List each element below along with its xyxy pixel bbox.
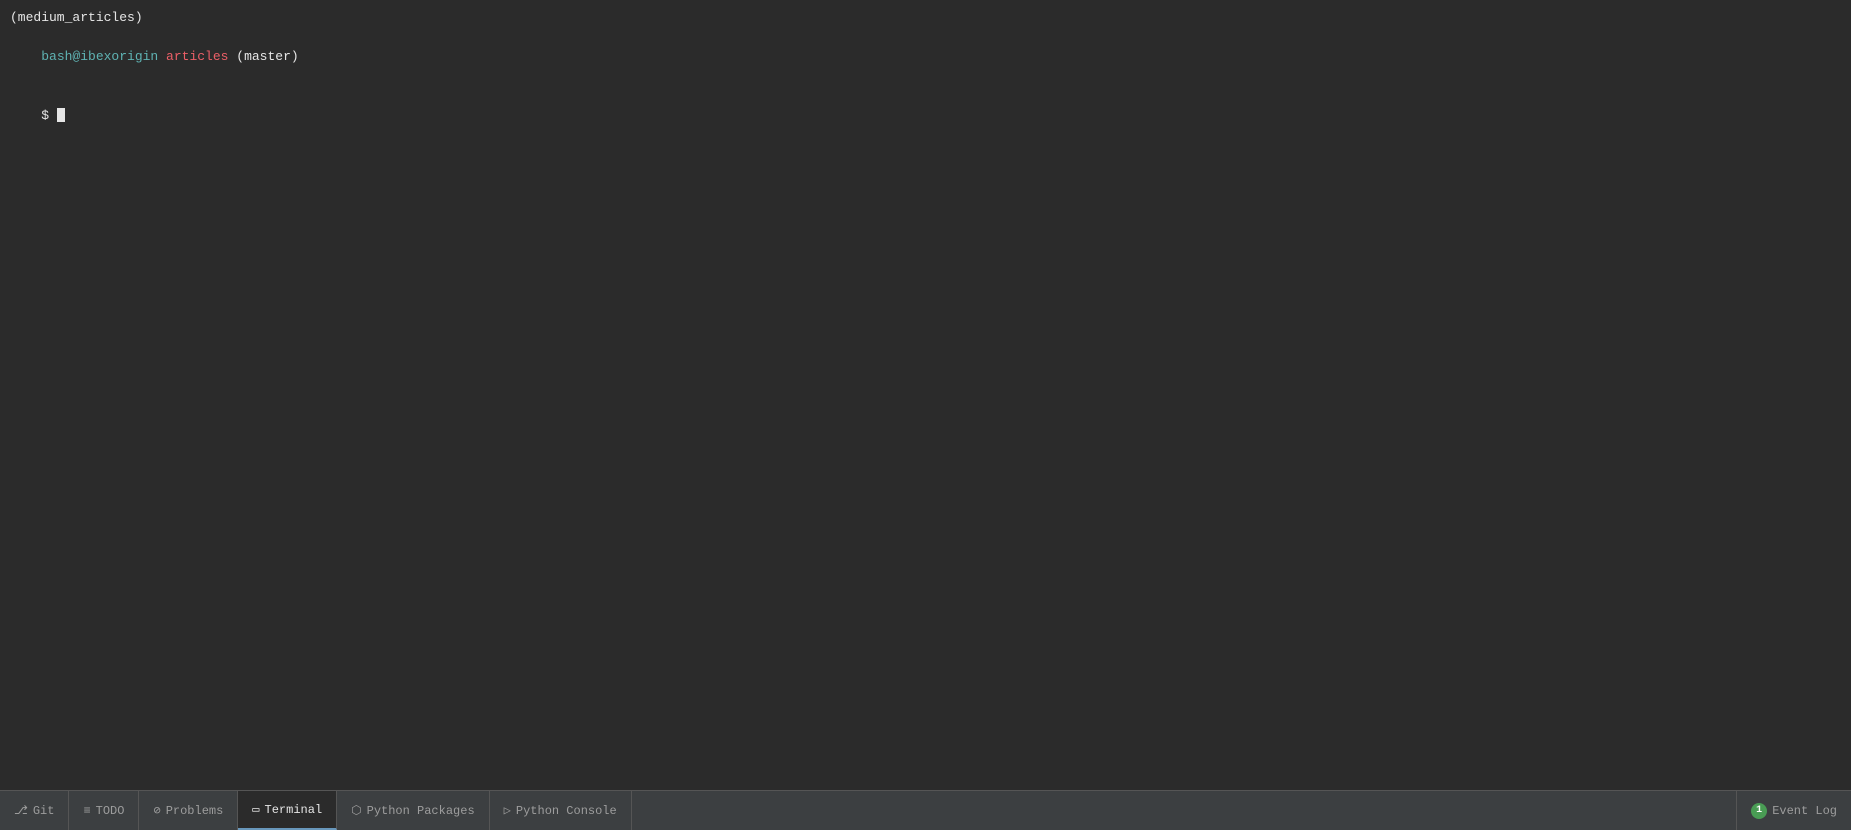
bottom-bar: ⎇ Git ≡ TODO ⊘ Problems ▭ Terminal ⬡ Pyt…: [0, 790, 1851, 830]
tab-git-label: Git: [33, 804, 55, 818]
tab-terminal[interactable]: ▭ Terminal: [238, 791, 337, 830]
event-log-label: Event Log: [1772, 804, 1837, 818]
tab-problems-label: Problems: [166, 804, 224, 818]
terminal-prompt-user: bash@ibexorigin: [41, 49, 158, 64]
tab-spacer: [632, 791, 1736, 830]
terminal-prompt-dir: articles: [158, 49, 228, 64]
terminal-dollar: $: [41, 108, 57, 123]
tab-python-console[interactable]: ▷ Python Console: [490, 791, 632, 830]
terminal-line-prompt: bash@ibexorigin articles (master): [10, 28, 1841, 87]
terminal-line-context: (medium_articles): [10, 8, 1841, 28]
event-log-button[interactable]: 1 Event Log: [1736, 791, 1851, 830]
event-log-badge: 1: [1751, 803, 1767, 819]
problems-icon: ⊘: [153, 803, 160, 818]
git-icon: ⎇: [14, 803, 28, 818]
tab-terminal-label: Terminal: [265, 803, 323, 817]
terminal-prompt-branch: (master): [228, 49, 298, 64]
tab-python-console-label: Python Console: [516, 804, 617, 818]
terminal-line-input[interactable]: $: [10, 86, 1841, 145]
python-packages-icon: ⬡: [351, 803, 361, 818]
tab-git[interactable]: ⎇ Git: [0, 791, 69, 830]
tab-todo-label: TODO: [96, 804, 125, 818]
python-console-icon: ▷: [504, 803, 511, 818]
terminal-panel[interactable]: (medium_articles) bash@ibexorigin articl…: [0, 0, 1851, 790]
tab-problems[interactable]: ⊘ Problems: [139, 791, 238, 830]
tab-python-packages-label: Python Packages: [367, 804, 475, 818]
terminal-icon: ▭: [252, 802, 259, 817]
tab-todo[interactable]: ≡ TODO: [69, 791, 139, 830]
todo-icon: ≡: [83, 804, 90, 818]
tab-python-packages[interactable]: ⬡ Python Packages: [337, 791, 490, 830]
terminal-cursor: [57, 108, 65, 122]
